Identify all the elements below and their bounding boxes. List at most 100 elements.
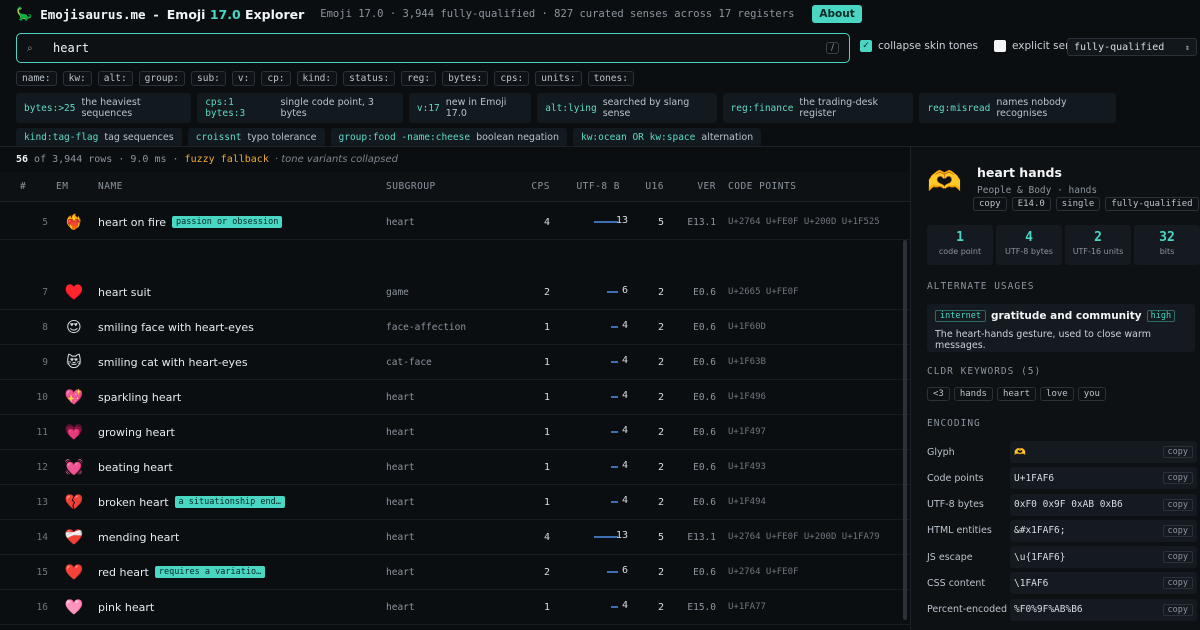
- search-box[interactable]: ⌕ heart /: [16, 33, 850, 63]
- table-row[interactable]: 8 😍 smiling face with heart-eyes face-affec…: [0, 310, 910, 345]
- table-row[interactable]: 15 ❤️ red heart requires a variatio… heart 2 6…: [0, 555, 910, 590]
- keyword-chip[interactable]: love: [1040, 387, 1074, 401]
- row-number: 14: [36, 531, 48, 543]
- copy-button[interactable]: copy: [1162, 551, 1193, 564]
- field-chip[interactable]: sub:: [191, 71, 226, 86]
- example-query-chip[interactable]: cps:1 bytes:3 single code point, 3 bytes: [197, 93, 403, 123]
- field-chip[interactable]: alt:: [97, 71, 133, 86]
- table-row[interactable]: 7 ♥️ heart suit game 2 6 2 E0.6 U+2665 U+FE0F: [0, 275, 910, 310]
- encoding-row: Code points U+1FAF6 copy: [927, 465, 1197, 491]
- field-chip[interactable]: v:: [231, 71, 256, 86]
- row-number: 5: [42, 216, 48, 228]
- field-chip[interactable]: group:: [138, 71, 185, 86]
- sense-badge[interactable]: passion or obsession: [172, 216, 283, 228]
- example-row: kind:tag-flag tag sequences croissnt typo t…: [16, 128, 1116, 147]
- row-name: heart suit: [98, 285, 151, 299]
- collapse-skin-tones-checkbox[interactable]: ✓: [860, 40, 872, 52]
- col-number[interactable]: #: [0, 181, 48, 192]
- copy-button[interactable]: copy: [1162, 524, 1193, 537]
- col-subgroup[interactable]: SUBGROUP: [386, 181, 514, 192]
- brand-name[interactable]: Emojisaurus.me: [40, 7, 145, 22]
- keyword-chip[interactable]: heart: [996, 387, 1037, 401]
- utf8-bar: [594, 221, 618, 223]
- col-utf8[interactable]: UTF-8 B: [550, 181, 628, 192]
- table-row[interactable]: 10 💖 sparkling heart heart 1 4 2 E0.6 U+1F496: [0, 380, 910, 415]
- field-chip[interactable]: kw:: [62, 71, 92, 86]
- example-query: alt:lying: [545, 102, 597, 114]
- row-utf8-cell: 4: [550, 600, 628, 614]
- row-utf8: 13: [615, 530, 628, 541]
- stat-tile: 2 UTF-16 units: [1065, 225, 1131, 265]
- table-row[interactable]: 13 💔 broken heart a situationship end… heart…: [0, 485, 910, 520]
- field-chip[interactable]: cp:: [261, 71, 291, 86]
- table-row[interactable]: 5 ❤️‍🔥 heart on fire passion or obsession he…: [0, 205, 910, 240]
- example-description: typo tolerance: [247, 132, 317, 143]
- example-query-chip[interactable]: reg:misread names nobody recognises: [919, 93, 1116, 123]
- field-chip[interactable]: name:: [16, 71, 57, 86]
- col-cps[interactable]: CPS: [514, 181, 550, 192]
- example-query: v:17: [416, 102, 440, 114]
- utf8-bar: [611, 606, 618, 608]
- status-select[interactable]: fully-qualified ⇕: [1067, 38, 1197, 56]
- row-utf8-cell: 4: [550, 425, 628, 439]
- table-row[interactable]: 11 💗 growing heart heart 1 4 2 E0.6 U+1F497: [0, 415, 910, 450]
- field-chip[interactable]: cps:: [494, 71, 530, 86]
- example-query-chip[interactable]: kw:ocean OR kw:space alternation: [572, 128, 762, 147]
- col-ver[interactable]: VER: [664, 181, 716, 192]
- example-query-chip[interactable]: croissnt typo tolerance: [187, 128, 325, 147]
- col-name[interactable]: NAME: [98, 181, 386, 192]
- row-emoji: ❤️: [64, 563, 84, 581]
- field-chip[interactable]: kind:: [296, 71, 338, 86]
- row-utf8-cell: 4: [550, 320, 628, 334]
- encoding-value: U+1FAF6: [1014, 472, 1055, 484]
- copy-button[interactable]: copy: [1162, 577, 1193, 590]
- explicit-senses-checkbox[interactable]: [994, 40, 1006, 52]
- example-query-chip[interactable]: reg:finance the trading-desk register: [722, 93, 914, 123]
- field-chip[interactable]: reg:: [401, 71, 437, 86]
- field-chip[interactable]: bytes:: [442, 71, 489, 86]
- row-code-points: U+2665 U+FE0F: [728, 287, 799, 297]
- table-row[interactable]: 12 💓 beating heart heart 1 4 2 E0.6 U+1F493: [0, 450, 910, 485]
- detail-header: 🫶 heart hands People & Body · hands: [927, 165, 1097, 198]
- copy-button[interactable]: copy: [1162, 603, 1193, 616]
- field-chip[interactable]: tones:: [587, 71, 634, 86]
- detail-name: heart hands: [977, 165, 1062, 180]
- example-query: kw:ocean OR kw:space: [580, 132, 696, 143]
- sense-badge[interactable]: a situationship end…: [174, 496, 285, 508]
- copy-button[interactable]: copy: [1162, 498, 1193, 511]
- copy-button[interactable]: copy: [1162, 446, 1193, 458]
- field-chip[interactable]: status:: [343, 71, 396, 86]
- row-subgroup: game: [386, 286, 409, 298]
- example-query: kind:tag-flag: [24, 132, 99, 143]
- table-row[interactable]: 16 🩷 pink heart heart 1 4 2 E15.0 U+1FA77: [0, 590, 910, 625]
- table-row[interactable]: 14 ❤️‍🩹 mending heart heart 4 13 5 E13.1 U+2764 …: [0, 520, 910, 555]
- row-cps: 1: [543, 461, 550, 473]
- sense-badge[interactable]: requires a variatio…: [154, 566, 266, 578]
- example-query: reg:misread: [927, 102, 991, 114]
- copy-button[interactable]: copy: [1162, 472, 1193, 485]
- example-query-chip[interactable]: group:food -name:cheese boolean negation: [330, 128, 567, 147]
- stat-value: 32: [1159, 230, 1175, 245]
- example-query-chip[interactable]: kind:tag-flag tag sequences: [16, 128, 182, 147]
- search-input[interactable]: heart: [45, 41, 826, 55]
- example-query-chip[interactable]: alt:lying searched by slang sense: [537, 93, 717, 123]
- example-description: single code point, 3 bytes: [280, 97, 374, 119]
- row-emoji: 😻: [66, 353, 82, 371]
- col-emoji[interactable]: EM: [48, 181, 98, 192]
- field-chip[interactable]: units:: [535, 71, 582, 86]
- detail-tag[interactable]: copy: [973, 197, 1007, 211]
- about-button[interactable]: About: [812, 5, 862, 23]
- keyword-chip[interactable]: hands: [953, 387, 993, 401]
- col-u16[interactable]: U16: [628, 181, 664, 192]
- keyword-chip[interactable]: you: [1077, 387, 1106, 401]
- utf8-bar: [611, 326, 618, 328]
- table-scrollbar[interactable]: [903, 240, 907, 620]
- keyword-chip[interactable]: <3: [927, 387, 950, 401]
- col-code-points[interactable]: CODE POINTS: [716, 181, 796, 192]
- example-query-chip[interactable]: v:17 new in Emoji 17.0: [408, 93, 532, 123]
- example-query-chip[interactable]: bytes:>25 the heaviest sequences: [16, 93, 192, 123]
- utf8-bar: [607, 291, 618, 293]
- detail-tag: E14.0: [1011, 197, 1051, 211]
- row-emoji: 💔: [64, 493, 84, 511]
- table-row[interactable]: 9 😻 smiling cat with heart-eyes cat-face 1 4 2…: [0, 345, 910, 380]
